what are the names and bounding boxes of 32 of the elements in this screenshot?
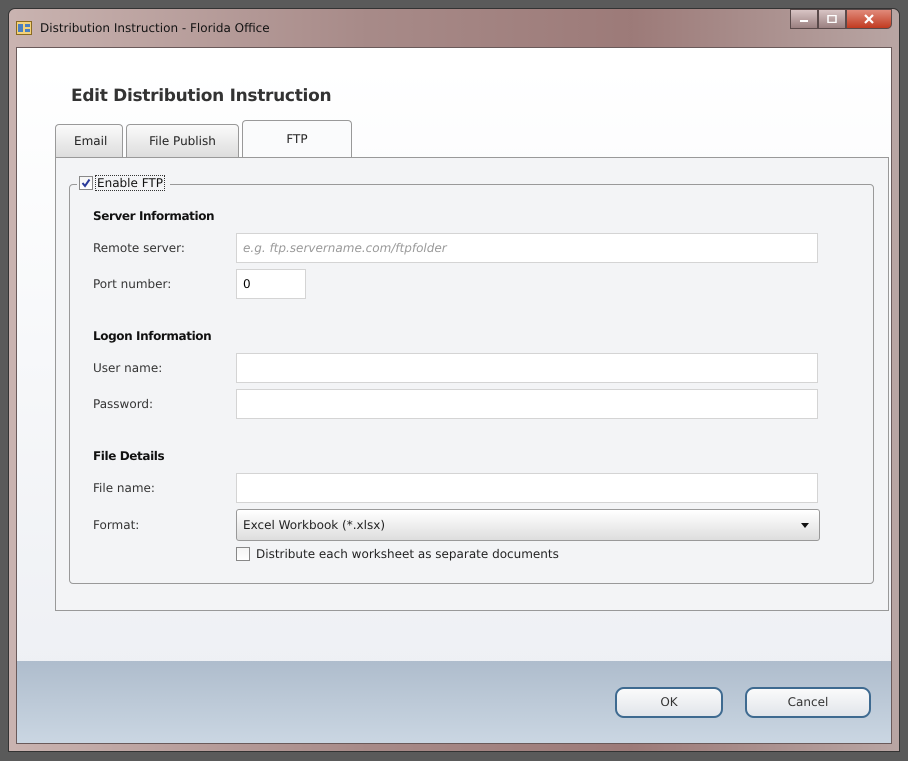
app-icon	[16, 21, 32, 35]
text-field[interactable]	[236, 473, 818, 503]
window-title: Distribution Instruction - Florida Office	[40, 21, 270, 35]
tab[interactable]: Email	[55, 124, 123, 157]
section-title: Logon Information	[93, 329, 212, 343]
field-label: Remote server:	[93, 241, 186, 255]
port-field[interactable]: 0	[236, 269, 306, 299]
close-button[interactable]	[846, 9, 892, 29]
text-field[interactable]: e.g. ftp.servername.com/ftpfolder	[236, 233, 818, 263]
dialog-heading: Edit Distribution Instruction	[71, 86, 332, 106]
check-icon	[81, 178, 91, 188]
field-label: File name:	[93, 481, 156, 495]
field-label: Port number:	[93, 277, 172, 291]
tab[interactable]: FTP	[242, 120, 352, 157]
dialog-button[interactable]: OK	[615, 686, 723, 718]
maximize-icon	[827, 15, 837, 23]
maximize-button[interactable]	[818, 9, 846, 29]
dialog-button[interactable]: Cancel	[745, 686, 871, 718]
field-label: User name:	[93, 361, 164, 375]
text-field[interactable]	[236, 389, 818, 419]
section-title: File Details	[93, 449, 166, 463]
worksheet-checkbox[interactable]: Distribute each worksheet as separate documents	[236, 547, 559, 561]
enable-checkbox[interactable]: Enable FTP	[77, 175, 170, 191]
tab[interactable]: File Publish	[126, 124, 239, 157]
format-dropdown[interactable]: Excel Workbook (*.xlsx)	[236, 509, 820, 541]
close-icon	[863, 14, 875, 24]
field-label: Format:	[93, 518, 140, 532]
field-label: Password:	[93, 397, 154, 411]
dropdown-arrow-icon	[801, 522, 809, 528]
text-field[interactable]	[236, 353, 818, 383]
minimize-button[interactable]	[790, 9, 818, 29]
section-title: Server Information	[93, 209, 216, 223]
